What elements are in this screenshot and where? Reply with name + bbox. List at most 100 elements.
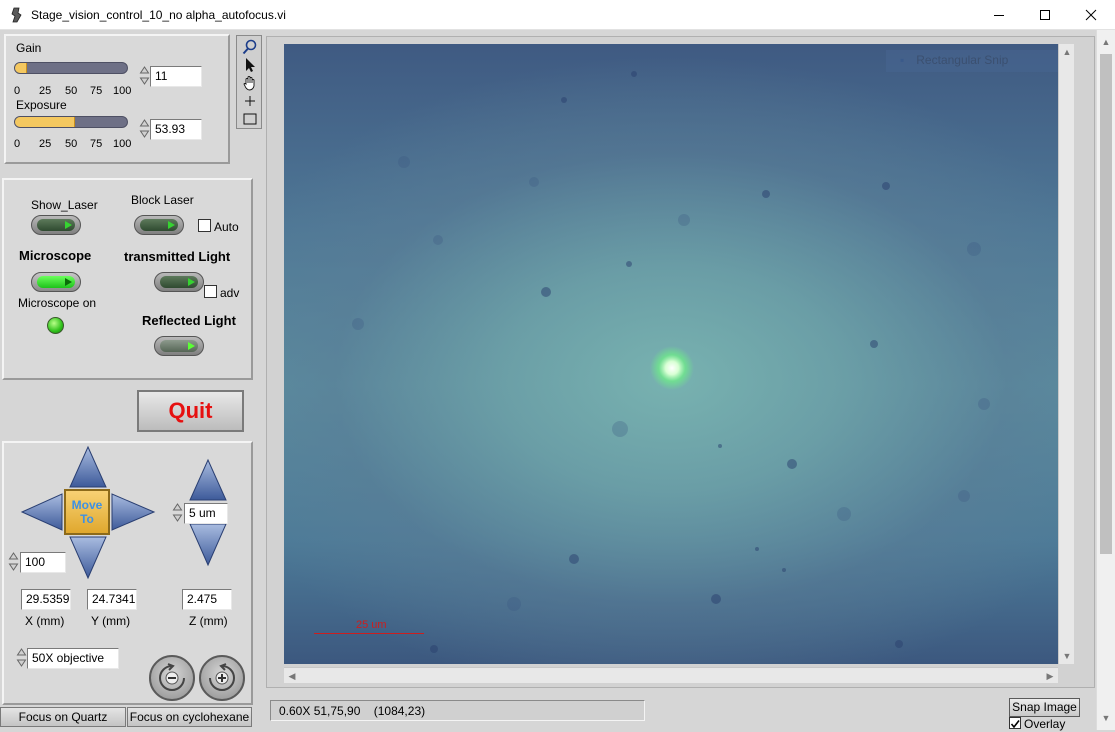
hand-icon[interactable] bbox=[240, 74, 259, 91]
exposure-tick: 50 bbox=[65, 138, 78, 150]
gain-tick: 0 bbox=[14, 85, 21, 97]
window-title: Stage_vision_control_10_no alpha_autofoc… bbox=[31, 8, 286, 22]
y-up-arrow-icon[interactable] bbox=[69, 445, 107, 488]
z-position-field[interactable]: 2.475 bbox=[182, 589, 232, 610]
rectangular-snip-label: Rectangular Snip bbox=[916, 53, 1009, 67]
magnifier-icon[interactable] bbox=[240, 38, 259, 55]
gain-slider[interactable] bbox=[14, 62, 128, 74]
microscope-image-texture bbox=[352, 71, 990, 653]
xy-step-spinner[interactable] bbox=[8, 551, 19, 572]
exposure-slider-scale: 0 25 50 75 100 bbox=[14, 138, 134, 150]
gain-slider-fill bbox=[15, 63, 28, 73]
x-label: X (mm) bbox=[25, 614, 65, 628]
exposure-tick: 75 bbox=[90, 138, 103, 150]
z-down-arrow-icon[interactable] bbox=[189, 523, 227, 567]
gain-label: Gain bbox=[16, 41, 42, 55]
arrow-pointer-icon[interactable] bbox=[240, 56, 259, 73]
gain-tick: 25 bbox=[39, 85, 52, 97]
show-laser-label: Show_Laser bbox=[31, 198, 98, 212]
window-scroll-up-arrow-icon[interactable]: ▲ bbox=[1098, 34, 1114, 50]
maximize-button[interactable] bbox=[1022, 0, 1068, 30]
scroll-down-arrow-icon[interactable]: ▼ bbox=[1059, 648, 1075, 664]
minus-rotate-icon bbox=[159, 663, 185, 691]
close-button[interactable] bbox=[1068, 0, 1114, 30]
transmitted-light-toggle[interactable] bbox=[154, 272, 204, 292]
y-down-arrow-icon[interactable] bbox=[69, 536, 107, 580]
adv-checkbox[interactable] bbox=[204, 285, 217, 298]
exposure-spinner[interactable] bbox=[139, 118, 150, 139]
exposure-tick: 25 bbox=[39, 138, 52, 150]
exposure-slider-fill bbox=[15, 117, 76, 127]
adv-label: adv bbox=[220, 286, 240, 300]
reflected-light-label: Reflected Light bbox=[142, 313, 236, 328]
show-laser-toggle[interactable] bbox=[31, 215, 81, 235]
exposure-tick: 100 bbox=[113, 138, 132, 150]
scale-bar bbox=[314, 633, 424, 634]
window-vertical-scrollbar[interactable]: ▲ ▼ bbox=[1096, 30, 1115, 730]
block-laser-label: Block Laser bbox=[131, 193, 194, 207]
auto-checkbox[interactable] bbox=[198, 219, 211, 232]
exposure-tick: 0 bbox=[14, 138, 21, 150]
overlay-label: Overlay bbox=[1024, 717, 1066, 731]
image-tools-palette bbox=[236, 35, 262, 129]
focus-on-cyclohexane-button[interactable]: Focus on cyclohexane bbox=[127, 707, 252, 727]
objective-spinner[interactable] bbox=[16, 647, 27, 668]
snap-image-button[interactable]: Snap Image bbox=[1009, 698, 1080, 717]
z-step-field[interactable]: 5 um bbox=[184, 503, 228, 524]
exposure-value-field[interactable]: 53.93 bbox=[150, 119, 202, 140]
microscope-image[interactable] bbox=[284, 44, 1058, 664]
move-to-label-line1: Move bbox=[71, 498, 103, 512]
y-label: Y (mm) bbox=[91, 614, 131, 628]
scroll-up-arrow-icon[interactable]: ▲ bbox=[1059, 44, 1075, 60]
minimize-button[interactable] bbox=[976, 0, 1022, 30]
overlay-checkbox[interactable] bbox=[1009, 717, 1021, 729]
exposure-label: Exposure bbox=[16, 98, 67, 112]
focus-on-quartz-button[interactable]: Focus on Quartz bbox=[0, 707, 126, 727]
z-label: Z (mm) bbox=[189, 614, 228, 628]
auto-label: Auto bbox=[214, 220, 239, 234]
x-position-field[interactable]: 29.5359 bbox=[21, 589, 71, 610]
z-step-spinner[interactable] bbox=[172, 502, 183, 523]
objective-field[interactable]: 50X objective bbox=[27, 648, 119, 669]
reflected-light-toggle[interactable] bbox=[154, 336, 204, 356]
quit-button[interactable]: Quit bbox=[137, 390, 244, 432]
microscope-on-led bbox=[47, 317, 64, 334]
x-left-arrow-icon[interactable] bbox=[20, 493, 63, 531]
window-scroll-thumb[interactable] bbox=[1100, 54, 1112, 554]
gain-slider-scale: 0 25 50 75 100 bbox=[14, 85, 134, 97]
xy-step-field[interactable]: 100 bbox=[20, 552, 66, 573]
title-bar: Stage_vision_control_10_no alpha_autofoc… bbox=[0, 0, 1115, 30]
crosshair-icon[interactable] bbox=[240, 92, 259, 109]
rectangle-icon[interactable] bbox=[240, 110, 259, 127]
scroll-right-arrow-icon[interactable]: ▶ bbox=[1042, 668, 1058, 684]
plus-rotate-icon bbox=[209, 663, 235, 691]
transmitted-light-label: transmitted Light bbox=[124, 249, 231, 264]
zoom-out-button[interactable] bbox=[149, 655, 195, 701]
gain-tick: 75 bbox=[90, 85, 103, 97]
gain-tick: 50 bbox=[65, 85, 78, 97]
image-status-bar: 0.60X 51,75,90 (1084,23) bbox=[270, 700, 645, 721]
gain-tick: 100 bbox=[113, 85, 132, 97]
zoom-in-button[interactable] bbox=[199, 655, 245, 701]
z-up-arrow-icon[interactable] bbox=[189, 458, 227, 501]
move-to-button[interactable]: Move To bbox=[64, 489, 110, 535]
x-right-arrow-icon[interactable] bbox=[111, 493, 156, 531]
scale-bar-label: 25 um bbox=[356, 619, 387, 631]
exposure-slider[interactable] bbox=[14, 116, 128, 128]
block-laser-toggle[interactable] bbox=[134, 215, 184, 235]
y-position-field[interactable]: 24.7341 bbox=[87, 589, 137, 610]
microscope-on-label: Microscope on bbox=[18, 296, 97, 310]
checkmark-icon bbox=[1010, 720, 1020, 729]
microscope-toggle[interactable] bbox=[31, 272, 81, 292]
gain-spinner[interactable] bbox=[139, 65, 150, 86]
scroll-left-arrow-icon[interactable]: ◀ bbox=[284, 668, 300, 684]
gain-value-field[interactable]: 11 bbox=[150, 66, 202, 87]
rectangular-snip-overlay: ▪ Rectangular Snip bbox=[886, 50, 1058, 72]
image-vertical-scrollbar[interactable]: ▲ ▼ bbox=[1058, 44, 1074, 664]
laser-spot bbox=[650, 346, 694, 390]
image-horizontal-scrollbar[interactable]: ◀ ▶ bbox=[284, 667, 1058, 683]
labview-app-icon bbox=[10, 7, 24, 23]
microscope-label: Microscope bbox=[19, 248, 92, 263]
window-scroll-down-arrow-icon[interactable]: ▼ bbox=[1098, 710, 1114, 726]
move-to-label-line2: To bbox=[80, 512, 94, 526]
